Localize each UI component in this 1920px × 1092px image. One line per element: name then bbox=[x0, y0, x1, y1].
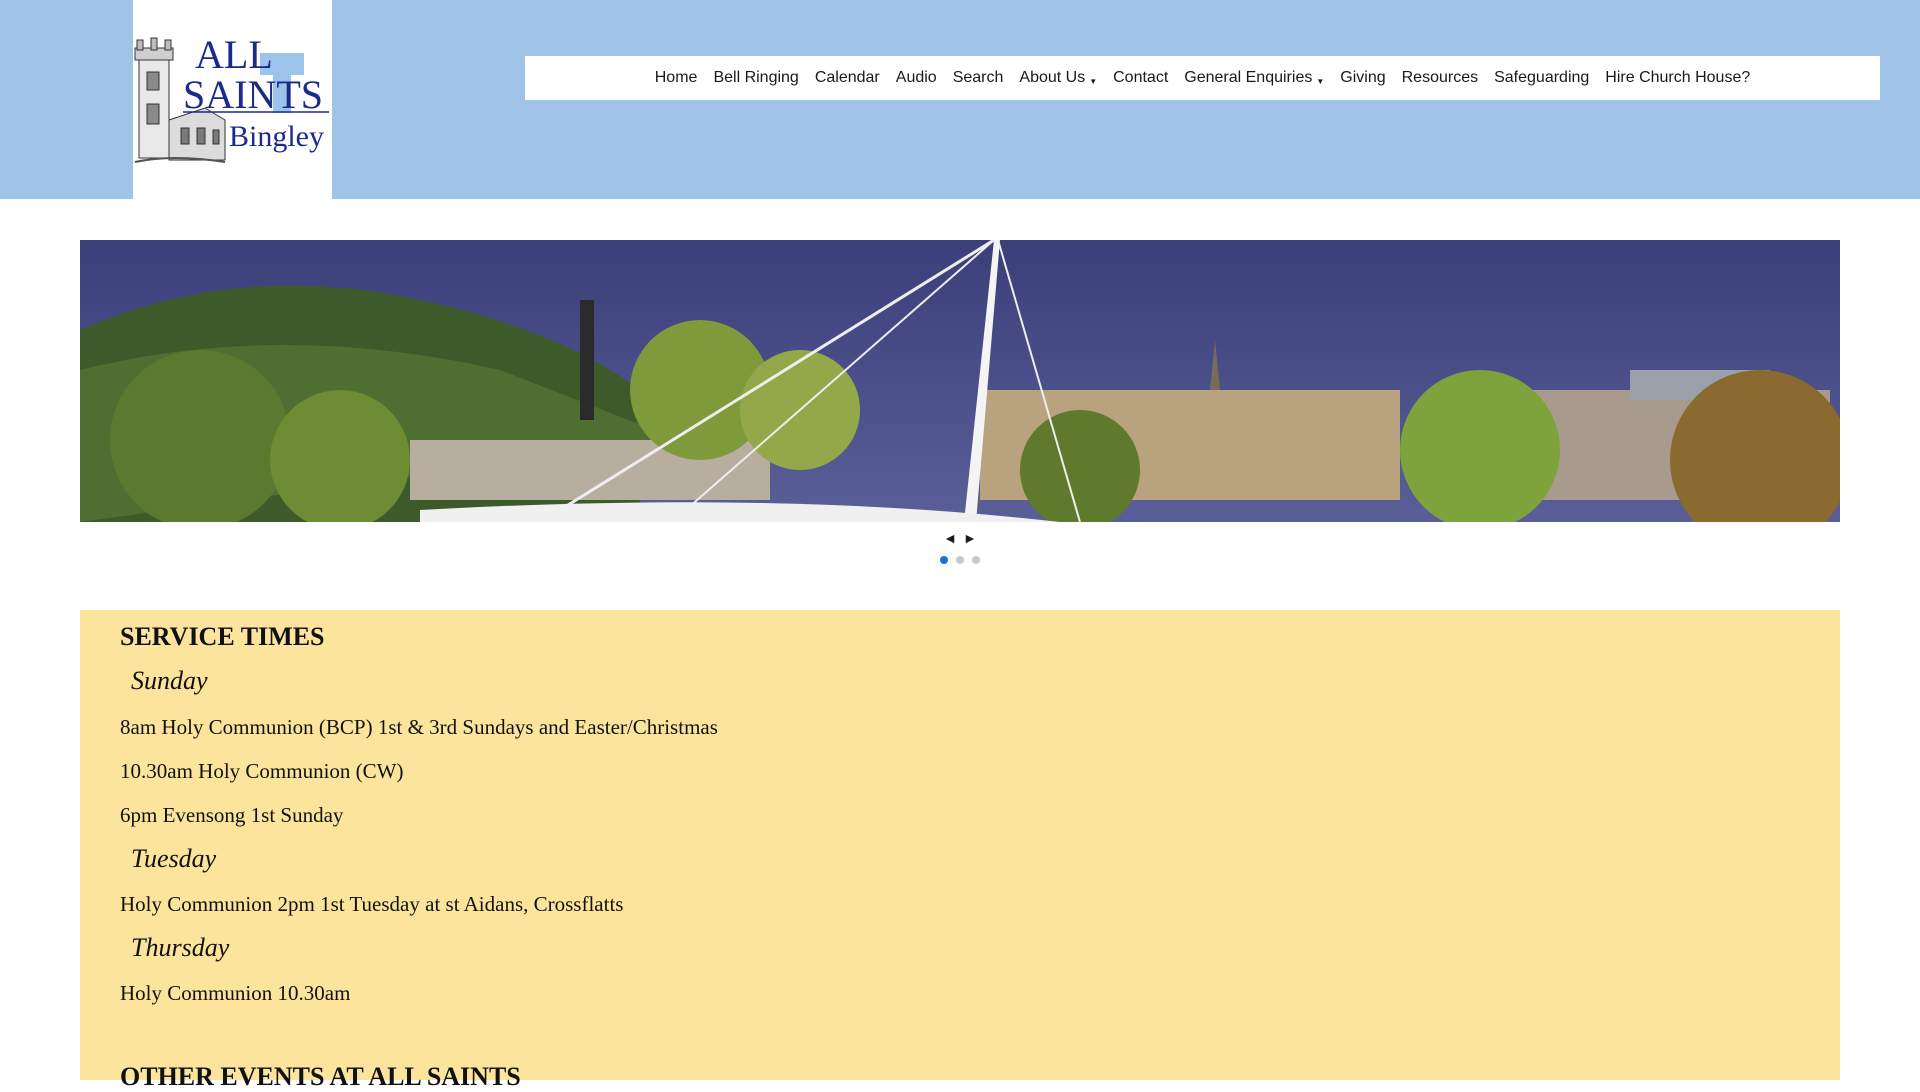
main-nav: Home Bell Ringing Calendar Audio Search … bbox=[525, 56, 1880, 100]
site-header: ALL SAINTS Bingley Home Bell Ringing Cal… bbox=[0, 0, 1920, 199]
svg-text:SAINTS: SAINTS bbox=[183, 72, 323, 117]
nav-calendar[interactable]: Calendar bbox=[815, 69, 880, 87]
nav-bell-ringing[interactable]: Bell Ringing bbox=[713, 69, 798, 87]
nav-giving[interactable]: Giving bbox=[1340, 69, 1385, 87]
slider-dots bbox=[0, 556, 1920, 564]
slider-dot-3[interactable] bbox=[972, 556, 980, 564]
nav-safeguarding[interactable]: Safeguarding bbox=[1494, 69, 1589, 87]
hero-banner-image bbox=[80, 240, 1840, 522]
nav-contact[interactable]: Contact bbox=[1113, 69, 1168, 87]
caret-down-icon: ▼ bbox=[1089, 76, 1098, 86]
nav-general-enquiries[interactable]: General Enquiries ▼ bbox=[1184, 69, 1324, 87]
nav-resources[interactable]: Resources bbox=[1402, 69, 1478, 87]
service-line: 10.30am Holy Communion (CW) bbox=[120, 759, 404, 783]
service-line: 8am Holy Communion (BCP) 1st & 3rd Sunda… bbox=[120, 715, 718, 739]
nav-about-us[interactable]: About Us ▼ bbox=[1019, 69, 1097, 87]
service-line: 6pm Evensong 1st Sunday bbox=[120, 803, 344, 827]
day-heading-tuesday: Tuesday bbox=[131, 844, 217, 873]
day-heading-sunday: Sunday bbox=[131, 666, 208, 695]
church-logo-icon: ALL SAINTS Bingley bbox=[134, 32, 329, 163]
service-times-heading: SERVICE TIMES bbox=[120, 622, 325, 651]
slider-arrows: ◄ ► bbox=[0, 530, 1920, 546]
service-line: Holy Communion 2pm 1st Tuesday at st Aid… bbox=[120, 892, 624, 916]
slider-dot-2[interactable] bbox=[956, 556, 964, 564]
nav-hire-church-house[interactable]: Hire Church House? bbox=[1605, 69, 1750, 87]
day-heading-thursday: Thursday bbox=[131, 933, 230, 962]
slider-dot-1[interactable] bbox=[940, 556, 948, 564]
nav-search[interactable]: Search bbox=[953, 69, 1004, 87]
other-events-heading: OTHER EVENTS AT ALL SAINTS bbox=[120, 1062, 521, 1091]
nav-audio[interactable]: Audio bbox=[896, 69, 937, 87]
nav-home[interactable]: Home bbox=[655, 69, 698, 87]
site-logo[interactable]: ALL SAINTS Bingley bbox=[133, 0, 332, 199]
svg-text:Bingley: Bingley bbox=[229, 120, 324, 153]
slider-prev-icon[interactable]: ◄ bbox=[943, 530, 957, 546]
service-times-panel: SERVICE TIMES Sunday 8am Holy Communion … bbox=[80, 610, 1840, 1091]
slider-next-icon[interactable]: ► bbox=[963, 530, 977, 546]
svg-text:ALL: ALL bbox=[195, 32, 273, 77]
caret-down-icon: ▼ bbox=[1316, 76, 1325, 86]
service-line: Holy Communion 10.30am bbox=[120, 981, 351, 1005]
